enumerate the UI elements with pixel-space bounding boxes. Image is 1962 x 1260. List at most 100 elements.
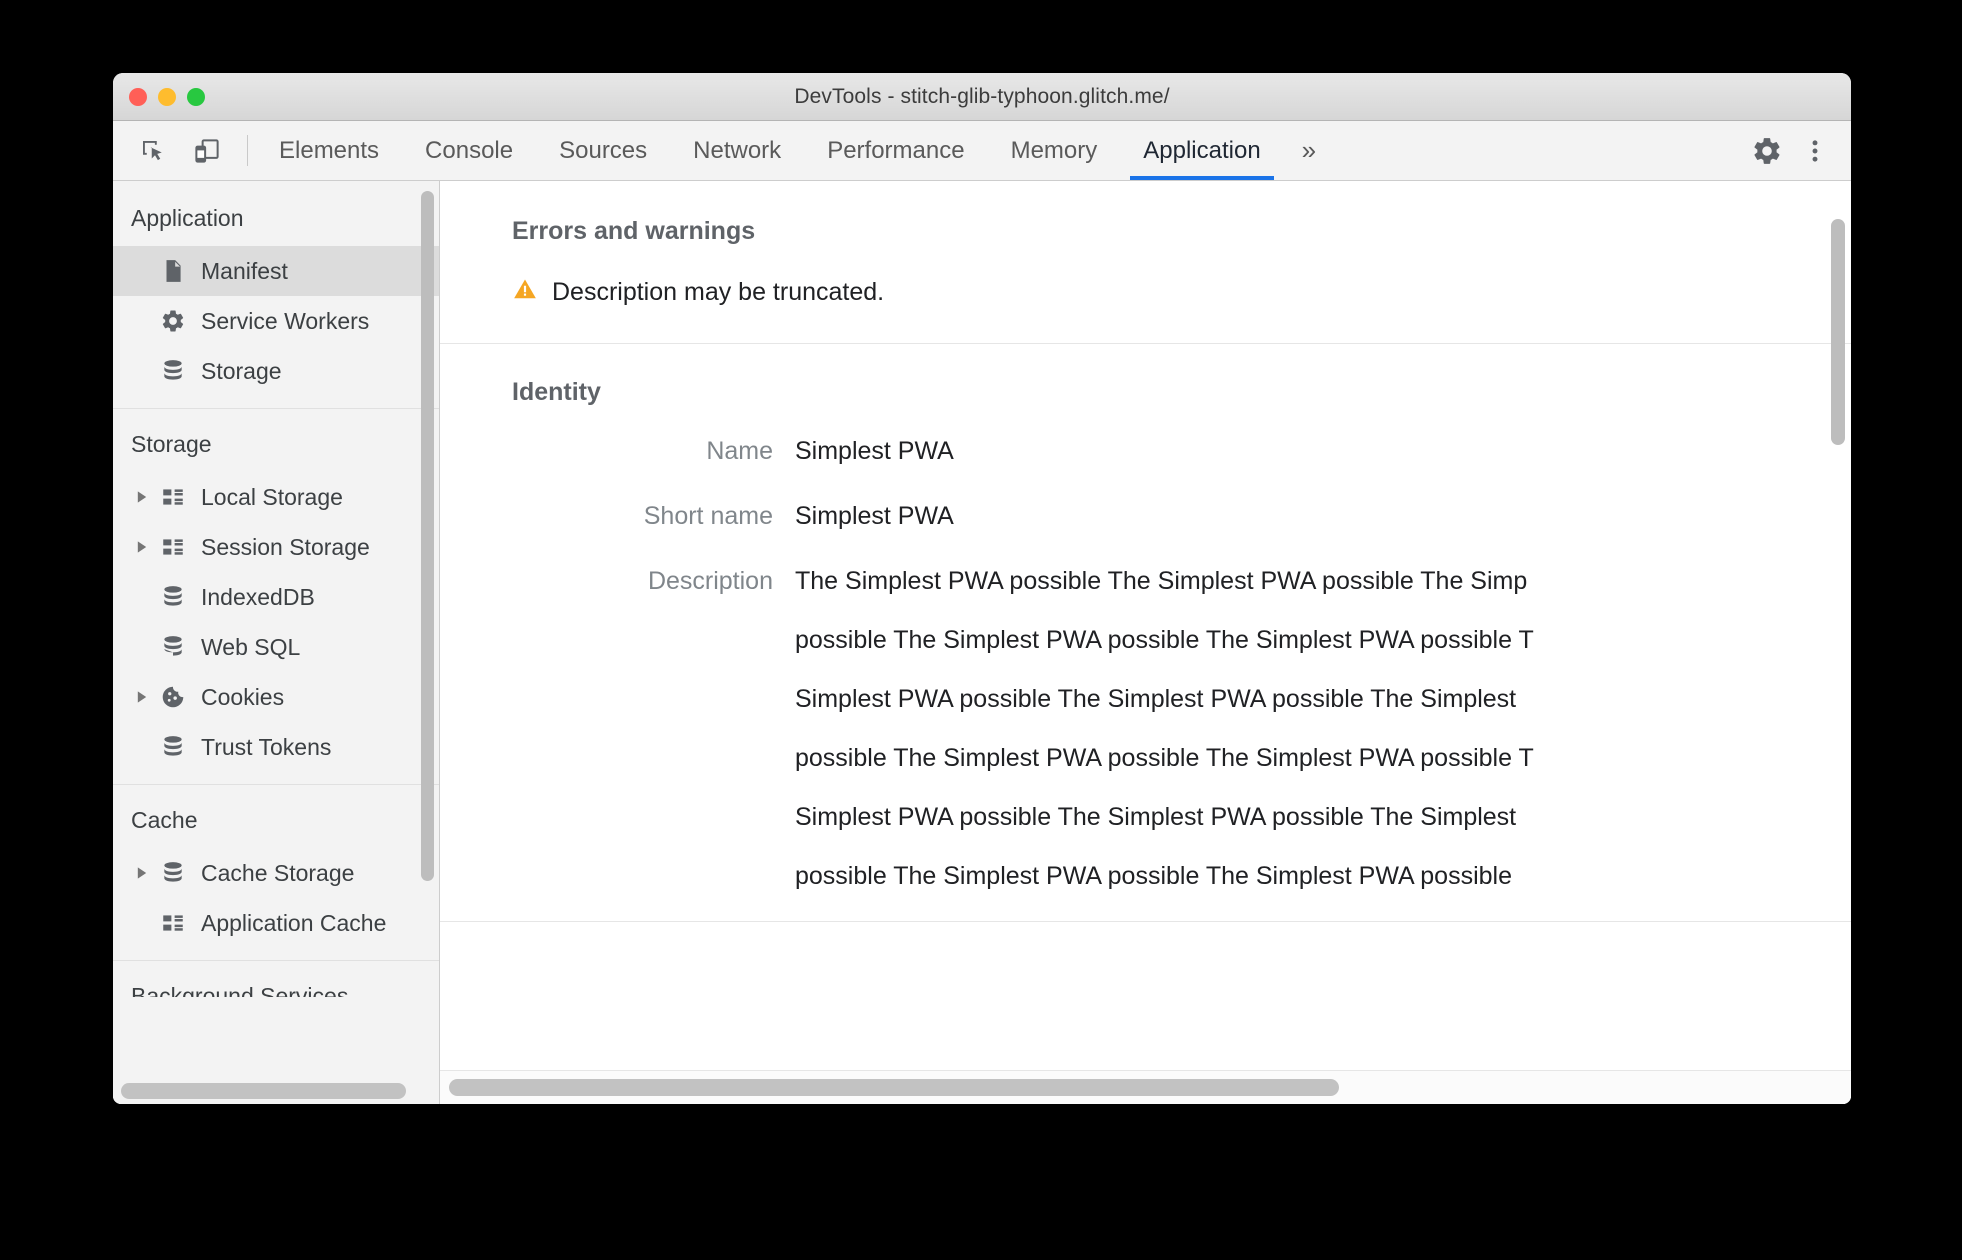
tab-label: Application [1143, 136, 1261, 164]
tab-network[interactable]: Network [670, 121, 804, 180]
sidebar-item-service-workers[interactable]: Service Workers [113, 296, 439, 346]
warning-message: Description may be truncated. [552, 278, 885, 306]
tab-console[interactable]: Console [402, 121, 536, 180]
field-label: Name [706, 437, 773, 465]
sidebar-item-label: Cache Storage [201, 859, 355, 886]
warning-row: Description may be truncated. [512, 276, 1851, 309]
errors-and-warnings-section: Errors and warnings Description may be t… [440, 181, 1851, 344]
tab-elements[interactable]: Elements [256, 121, 402, 180]
sidebar-group-title: Storage [131, 431, 212, 457]
sidebar-item-cache-storage[interactable]: Cache Storage [113, 848, 439, 898]
warning-triangle-icon [512, 276, 538, 309]
description-value: The Simplest PWA possible The Simplest P… [795, 567, 1534, 891]
device-toolbar-icon[interactable] [185, 129, 229, 173]
tab-performance[interactable]: Performance [804, 121, 987, 180]
sidebar-item-label: Trust Tokens [201, 733, 332, 760]
table-icon [157, 484, 189, 510]
maximize-button[interactable] [187, 87, 205, 106]
main-horizontal-scrollbar-track[interactable] [440, 1070, 1851, 1104]
sidebar-item-web-sql[interactable]: Web SQL [113, 622, 439, 672]
identity-section: Identity Name Simplest PWA Short name Si… [440, 344, 1851, 922]
tab-sources[interactable]: Sources [536, 121, 670, 180]
manifest-panel: Errors and warnings Description may be t… [440, 181, 1851, 1104]
sidebar-item-application-cache[interactable]: Application Cache [113, 898, 439, 948]
sidebar-item-cookies[interactable]: Cookies [113, 672, 439, 722]
toolbar-divider [247, 135, 248, 166]
field-row-name: Name Simplest PWA [512, 437, 1851, 466]
sidebar-item-storage[interactable]: Storage [113, 346, 439, 396]
sidebar-item-label: Web SQL [201, 633, 301, 660]
description-line: The Simplest PWA possible The Simplest P… [795, 566, 1528, 595]
description-line: possible The Simplest PWA possible The S… [795, 861, 1512, 890]
expand-triangle-icon[interactable] [131, 866, 153, 880]
chevron-double-right-icon[interactable]: » [1284, 121, 1334, 180]
application-sidebar: Application Manifest Service Workers Sto… [113, 181, 440, 1104]
database-icon [157, 860, 189, 886]
gear-icon[interactable] [1745, 129, 1789, 173]
minimize-button[interactable] [158, 87, 176, 106]
main-horizontal-scrollbar-thumb[interactable] [449, 1079, 1339, 1096]
description-line: possible The Simplest PWA possible The S… [795, 625, 1534, 654]
sidebar-item-label: Manifest [201, 257, 288, 284]
expand-triangle-icon[interactable] [131, 540, 153, 554]
tab-application[interactable]: Application [1120, 121, 1283, 180]
tab-label: Sources [559, 136, 648, 164]
sidebar-group-title: Cache [131, 807, 198, 833]
description-line: Simplest PWA possible The Simplest PWA p… [795, 802, 1517, 831]
panel-tabs: Elements Console Sources Network Perform… [256, 121, 1724, 180]
close-button[interactable] [129, 87, 147, 106]
sidebar-group-application: Application Manifest Service Workers Sto… [113, 183, 439, 409]
devtools-tabbar: Elements Console Sources Network Perform… [113, 121, 1851, 181]
sidebar-item-session-storage[interactable]: Session Storage [113, 522, 439, 572]
sidebar-item-label: Storage [201, 357, 282, 384]
sidebar-group-background-services: Background Services [113, 961, 439, 1009]
table-icon [157, 534, 189, 560]
expand-triangle-icon[interactable] [131, 490, 153, 504]
database-icon [157, 358, 189, 384]
database-icon [157, 734, 189, 760]
kebab-menu-icon[interactable] [1793, 129, 1837, 173]
sidebar-group-storage: Storage Local Storage Session Storage In… [113, 409, 439, 785]
sidebar-item-trust-tokens[interactable]: Trust Tokens [113, 722, 439, 772]
inspect-element-icon[interactable] [131, 129, 175, 173]
field-value: Simplest PWA [795, 501, 954, 530]
sidebar-item-label: Session Storage [201, 533, 370, 560]
database-icon [157, 584, 189, 610]
field-label: Short name [643, 501, 773, 530]
database-icon [157, 634, 189, 660]
window-titlebar: DevTools - stitch-glib-typhoon.glitch.me… [113, 73, 1851, 121]
sidebar-item-label: Service Workers [201, 307, 370, 334]
tab-label: Network [693, 136, 782, 164]
gear-icon [157, 308, 189, 334]
description-line: possible The Simplest PWA possible The S… [795, 743, 1534, 772]
sidebar-item-indexeddb[interactable]: IndexedDB [113, 572, 439, 622]
section-title: Errors and warnings [512, 217, 756, 245]
tab-memory[interactable]: Memory [988, 121, 1121, 180]
field-label: Description [647, 566, 773, 595]
sidebar-group-title: Background Services [131, 983, 349, 997]
tab-label: Performance [827, 136, 965, 164]
description-line: Simplest PWA possible The Simplest PWA p… [795, 684, 1517, 713]
toolbar-icon-group [125, 121, 239, 180]
section-title: Identity [512, 378, 601, 406]
tabbar-right-controls [1724, 121, 1851, 180]
document-icon [157, 258, 189, 284]
sidebar-item-label: Local Storage [201, 483, 343, 510]
sidebar-item-label: Application Cache [201, 909, 387, 936]
main-vertical-scrollbar[interactable] [1831, 219, 1845, 445]
tab-label: Console [425, 136, 514, 164]
window-title: DevTools - stitch-glib-typhoon.glitch.me… [794, 84, 1170, 108]
sidebar-item-manifest[interactable]: Manifest [113, 246, 439, 296]
tab-label: Elements [279, 136, 380, 164]
sidebar-item-label: IndexedDB [201, 583, 315, 610]
field-row-description: Description The Simplest PWA possible Th… [512, 567, 1851, 891]
window-controls [113, 87, 205, 106]
table-icon [157, 910, 189, 936]
expand-triangle-icon[interactable] [131, 690, 153, 704]
sidebar-vertical-scrollbar[interactable] [421, 191, 434, 881]
sidebar-item-label: Cookies [201, 683, 285, 710]
sidebar-horizontal-scrollbar[interactable] [121, 1083, 406, 1099]
sidebar-item-local-storage[interactable]: Local Storage [113, 472, 439, 522]
devtools-window: DevTools - stitch-glib-typhoon.glitch.me… [113, 73, 1851, 1104]
field-row-short-name: Short name Simplest PWA [512, 502, 1851, 531]
